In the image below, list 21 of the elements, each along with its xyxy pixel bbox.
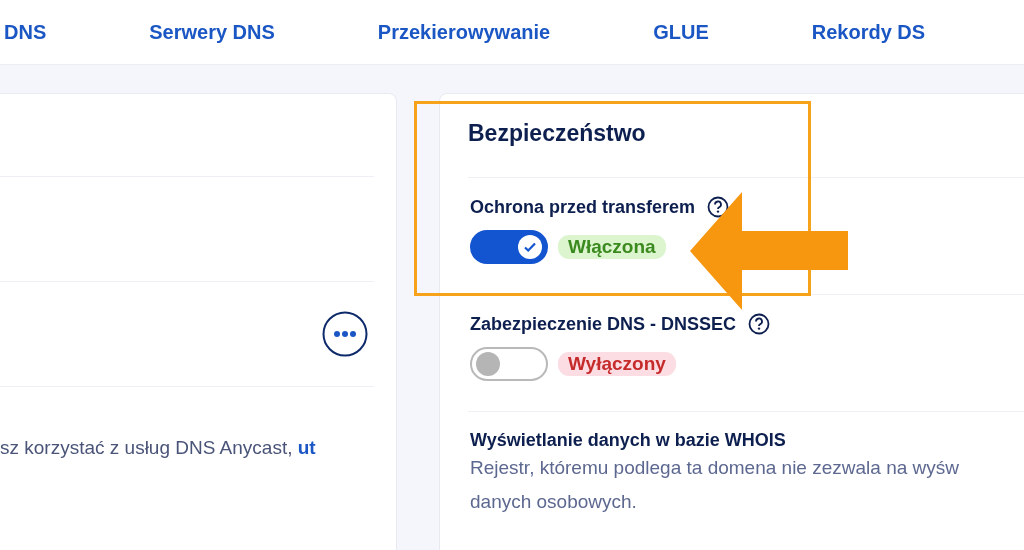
setting-description: danych osobowych. [470,490,638,514]
more-button[interactable] [322,311,368,357]
toggle-switch[interactable] [470,230,548,264]
setting-label: Ochrona przed transferem [470,196,696,218]
nav-tab[interactable]: GLUE [653,20,709,44]
section-title: Bezpieczeństwo [468,120,1024,178]
nav-tab[interactable]: Serwery DNS [149,20,275,44]
anycast-note: sz korzystać z usług DNS Anycast, ut [0,437,317,459]
status-badge: Włączona [558,235,666,259]
setting-description: Rejestr, któremu podlega ta domena nie zezwala na wyśw [470,456,960,480]
help-icon[interactable] [707,196,730,218]
toggle-switch[interactable] [470,347,548,381]
nav-tab[interactable]: DNS [4,20,47,44]
nav-tab[interactable]: Przekierowywanie [377,20,551,44]
more-icon [322,311,368,357]
nav-tab[interactable]: Rekordy DS [811,20,926,44]
setting-label: Zabezpieczenie DNS - DNSSEC [470,313,737,335]
link[interactable]: ut [297,437,316,458]
status-badge: Wyłączony [558,352,676,376]
help-icon[interactable] [748,313,771,335]
setting-label: Wyświetlanie danych w bazie WHOIS [470,430,787,451]
